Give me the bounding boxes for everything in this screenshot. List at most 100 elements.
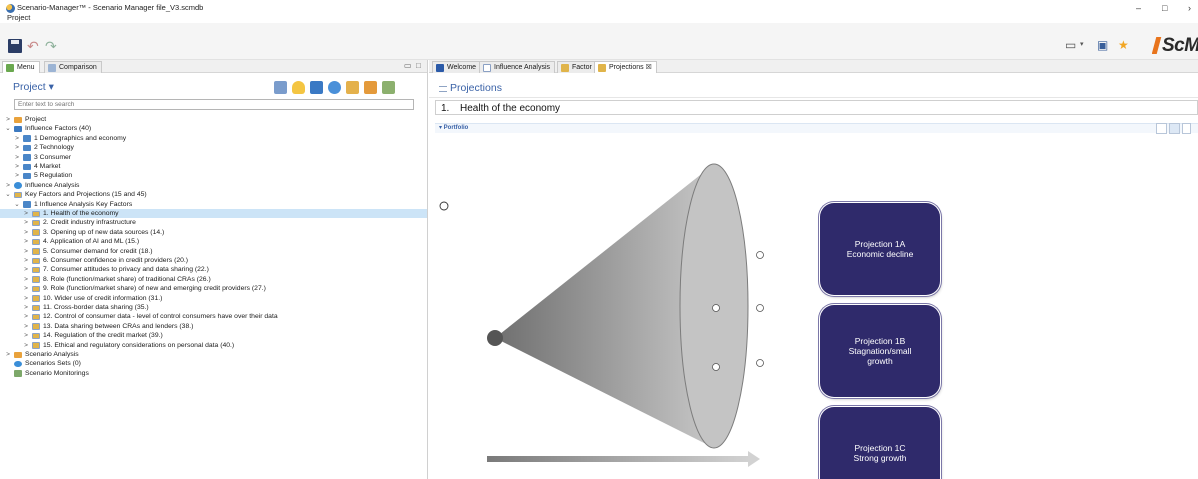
- folder-icon: [23, 135, 31, 142]
- chevron-right-icon[interactable]: >: [22, 209, 30, 218]
- chevron-right-icon[interactable]: >: [22, 265, 30, 274]
- chevron-down-icon[interactable]: ⌄: [4, 124, 12, 133]
- projection-marker[interactable]: [712, 363, 720, 371]
- tree-item[interactable]: > Influence Analysis: [0, 181, 427, 190]
- monitoring-icon[interactable]: [382, 81, 395, 94]
- window-layout-icon[interactable]: ▭: [1065, 37, 1076, 53]
- chevron-right-icon[interactable]: >: [22, 237, 30, 246]
- chevron-right-icon[interactable]: >: [22, 322, 30, 331]
- tree-item[interactable]: >12. Control of consumer data - level of…: [0, 312, 427, 321]
- layout-view-icon[interactable]: [1169, 123, 1180, 134]
- project-view-icon[interactable]: [274, 81, 287, 94]
- chevron-right-icon[interactable]: >: [22, 247, 30, 256]
- influence-icon[interactable]: [328, 81, 341, 94]
- time-arrow-head: [748, 451, 760, 467]
- chevron-right-icon[interactable]: >: [22, 228, 30, 237]
- chevron-right-icon[interactable]: >: [4, 115, 12, 124]
- chevron-right-icon[interactable]: >: [4, 350, 12, 359]
- comparison-icon: [48, 64, 56, 72]
- chevron-right-icon[interactable]: >: [22, 331, 30, 340]
- tree-item[interactable]: ⌄ Key Factors and Projections (15 and 45): [0, 190, 427, 199]
- maximize-button[interactable]: □: [1162, 3, 1167, 13]
- tree-item[interactable]: Scenarios Sets (0): [0, 359, 427, 368]
- origin-marker[interactable]: [439, 201, 449, 211]
- keyfactor-icon[interactable]: [346, 81, 359, 94]
- folder-icon: [23, 144, 31, 152]
- chevron-right-icon[interactable]: >: [13, 162, 21, 171]
- tree-item[interactable]: ⌄ Influence Factors (40): [0, 124, 427, 133]
- undo-icon[interactable]: ↶: [27, 39, 41, 53]
- star-icon[interactable]: ★: [1118, 37, 1129, 53]
- portfolio-section-header[interactable]: ▾ Portfolio: [435, 123, 1198, 133]
- tree-item[interactable]: >7. Consumer attitudes to privacy and da…: [0, 265, 427, 274]
- tree-item[interactable]: >15. Ethical and regulatory consideratio…: [0, 341, 427, 350]
- tree-item[interactable]: >6. Consumer confidence in credit provid…: [0, 256, 427, 265]
- tree-item[interactable]: >14. Regulation of the credit market (39…: [0, 331, 427, 340]
- save-icon[interactable]: [8, 39, 22, 53]
- panel-title[interactable]: Project ▾: [13, 81, 54, 93]
- tree-item[interactable]: >3 Consumer: [0, 153, 427, 162]
- tree-item[interactable]: >1. Health of the economy: [0, 209, 427, 219]
- tree-item[interactable]: >2 Technology: [0, 143, 427, 152]
- redo-icon[interactable]: ↷: [45, 39, 59, 53]
- tree-item[interactable]: ⌄ 1 Influence Analysis Key Factors: [0, 200, 427, 209]
- projection-1b-card[interactable]: Projection 1B Stagnation/small growth: [820, 305, 940, 397]
- tab-menu[interactable]: Menu: [2, 61, 40, 73]
- projection-marker[interactable]: [756, 304, 764, 312]
- projection-1c-card[interactable]: Projection 1C Strong growth: [820, 407, 940, 479]
- chevron-right-icon[interactable]: >: [13, 171, 21, 180]
- tab-comparison[interactable]: Comparison: [44, 61, 102, 73]
- tree-item[interactable]: >11. Cross-border data sharing (35.): [0, 303, 427, 312]
- chevron-right-icon[interactable]: >: [22, 275, 30, 284]
- tree-item[interactable]: >8. Role (function/market share) of trad…: [0, 275, 427, 284]
- tree-item[interactable]: Scenario Monitorings: [0, 369, 427, 378]
- grid-view-icon[interactable]: [1182, 123, 1191, 134]
- chevron-down-icon[interactable]: ⌄: [4, 190, 12, 199]
- projection-marker[interactable]: [756, 251, 764, 259]
- tab-influence-analysis[interactable]: Influence Analysis: [479, 61, 556, 73]
- tree-item[interactable]: > Scenario Analysis: [0, 350, 427, 359]
- chevron-right-icon[interactable]: >: [22, 341, 30, 350]
- chevron-right-icon[interactable]: >: [13, 153, 21, 162]
- chevron-right-icon[interactable]: >: [13, 143, 21, 152]
- presentation-icon[interactable]: ▣: [1097, 37, 1108, 53]
- tree-item[interactable]: >5 Regulation: [0, 171, 427, 180]
- chevron-right-icon[interactable]: >: [13, 134, 21, 143]
- tab-factor[interactable]: Factor: [557, 61, 597, 73]
- tab-projections[interactable]: Projections ☒: [594, 61, 657, 73]
- tree-item[interactable]: >3. Opening up of new data sources (14.): [0, 228, 427, 237]
- projection-marker[interactable]: [712, 304, 720, 312]
- tree-item[interactable]: >2. Credit industry infrastructure: [0, 218, 427, 227]
- chevron-right-icon[interactable]: >: [4, 181, 12, 190]
- scenario-icon[interactable]: [364, 81, 377, 94]
- tree-item[interactable]: >1 Demographics and economy: [0, 134, 427, 143]
- projection-1a-card[interactable]: Projection 1A Economic decline: [820, 203, 940, 295]
- more-button[interactable]: ›: [1188, 3, 1191, 13]
- chevron-right-icon[interactable]: >: [22, 284, 30, 293]
- chevron-right-icon[interactable]: >: [22, 312, 30, 321]
- chevron-right-icon[interactable]: >: [22, 256, 30, 265]
- tree-item[interactable]: >4 Market: [0, 162, 427, 171]
- tab-welcome[interactable]: Welcome: [432, 61, 482, 73]
- maximize-panel-icon[interactable]: □: [416, 61, 421, 70]
- chevron-right-icon[interactable]: >: [22, 303, 30, 312]
- factor-list-icon[interactable]: [310, 81, 323, 94]
- tree-item[interactable]: > Project: [0, 115, 427, 124]
- minimize-panel-icon[interactable]: ▭: [404, 61, 412, 70]
- key-factor-field[interactable]: 1. Health of the economy: [435, 100, 1198, 115]
- projection-marker[interactable]: [756, 359, 764, 367]
- chevron-down-icon[interactable]: ⌄: [13, 200, 21, 209]
- chevron-right-icon[interactable]: >: [22, 294, 30, 303]
- chevron-down-icon[interactable]: ▾: [1080, 37, 1084, 53]
- minimize-button[interactable]: –: [1136, 3, 1141, 13]
- menu-project[interactable]: Project: [7, 13, 30, 22]
- tree-item[interactable]: >9. Role (function/market share) of new …: [0, 284, 427, 293]
- search-input[interactable]: [14, 99, 414, 110]
- chevron-right-icon[interactable]: >: [22, 218, 30, 227]
- tree-item[interactable]: >4. Application of AI and ML (15.): [0, 237, 427, 246]
- fit-view-icon[interactable]: [1156, 123, 1167, 134]
- tree-item[interactable]: >10. Wider use of credit information (31…: [0, 294, 427, 303]
- lightbulb-icon[interactable]: [292, 81, 305, 94]
- tree-item[interactable]: >13. Data sharing between CRAs and lende…: [0, 322, 427, 331]
- tree-item[interactable]: >5. Consumer demand for credit (18.): [0, 247, 427, 256]
